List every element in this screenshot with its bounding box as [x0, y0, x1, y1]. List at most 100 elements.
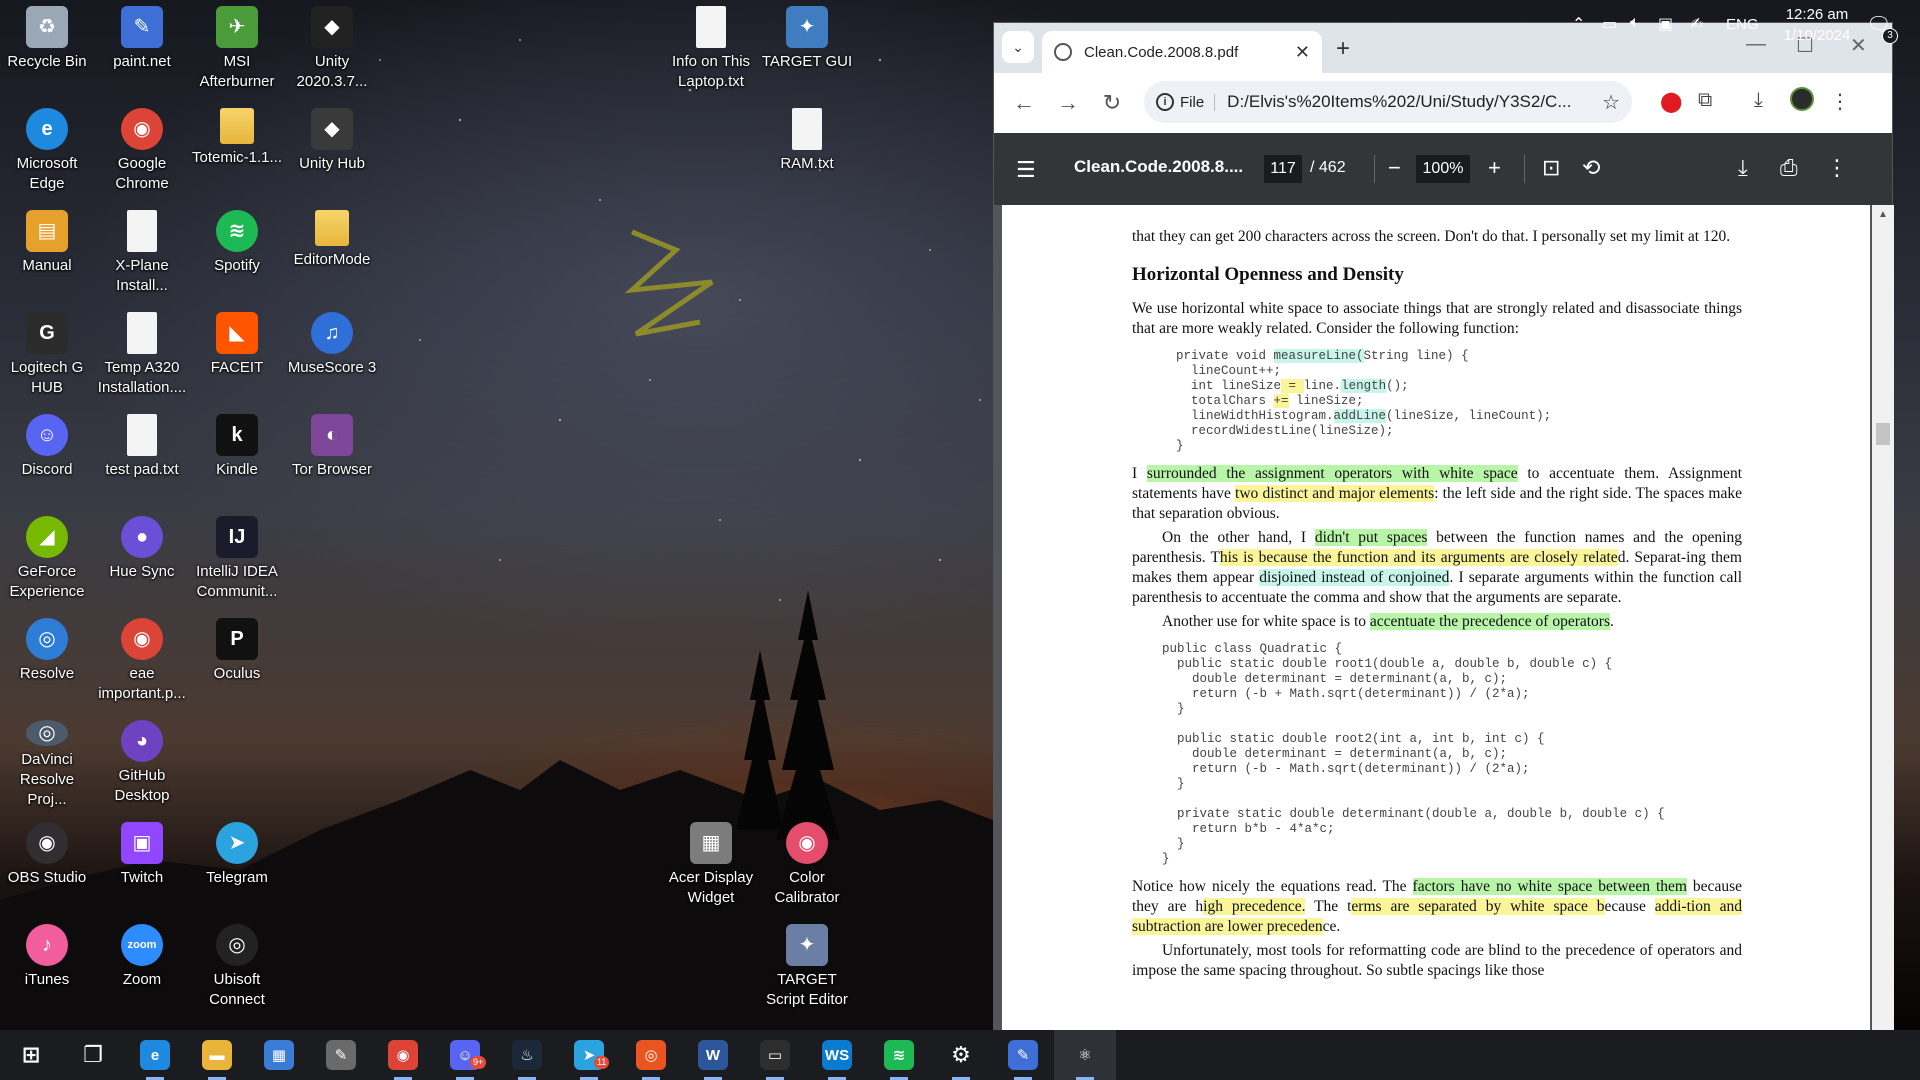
hamburger-menu-icon[interactable]: ☰: [1016, 157, 1036, 183]
language-indicator[interactable]: ENG: [1726, 16, 1759, 33]
desktop-icon-test-pad-txt[interactable]: test pad.txt: [95, 408, 189, 504]
volume-icon[interactable]: 🔈︎: [1630, 14, 1640, 32]
pdf-page[interactable]: that they can get 200 characters across …: [1002, 205, 1870, 1031]
desktop-icon-resolve[interactable]: ◎ Resolve: [0, 612, 94, 708]
desktop-icon-kindle[interactable]: k Kindle: [190, 408, 284, 504]
minimize-button[interactable]: —: [1746, 33, 1766, 56]
desktop-icon-obs-studio[interactable]: ◉ OBS Studio: [0, 816, 94, 912]
desktop-icon-intellij-idea-communit[interactable]: IJ IntelliJ IDEA Communit...: [190, 510, 284, 606]
desktop-icon-telegram[interactable]: ➤ Telegram: [190, 816, 284, 912]
pdf-viewer[interactable]: that they can get 200 characters across …: [994, 205, 1894, 1031]
vertical-scrollbar[interactable]: ▲: [1872, 205, 1894, 1031]
desktop-icon-google-chrome[interactable]: ◉ Google Chrome: [95, 102, 189, 198]
taskbar-chrome[interactable]: ◉: [372, 1030, 434, 1080]
desktop-icon-ram-txt[interactable]: RAM.txt: [760, 102, 854, 198]
download-icon[interactable]: ⤓: [1754, 89, 1763, 112]
desktop-icon-unity-hub[interactable]: ◆ Unity Hub: [285, 102, 379, 198]
back-button[interactable]: ←: [1002, 90, 1046, 116]
opera-extension-icon[interactable]: ⬤: [1660, 89, 1682, 114]
taskbar-steam[interactable]: ♨: [496, 1030, 558, 1080]
desktop-icon-twitch[interactable]: ▣ Twitch: [95, 816, 189, 912]
print-icon[interactable]: ⎙: [1780, 155, 1798, 181]
desktop-icon-geforce-experience[interactable]: ◢ GeForce Experience: [0, 510, 94, 606]
taskbar-task-view[interactable]: ❐: [62, 1030, 124, 1080]
desktop-icon-itunes[interactable]: ♪ iTunes: [0, 918, 94, 1014]
taskbar-file-explorer[interactable]: ▬: [186, 1030, 248, 1080]
tab-pdf[interactable]: Clean.Code.2008.8.pdf ✕: [1042, 31, 1322, 73]
desktop-icon-hue-sync[interactable]: ● Hue Sync: [95, 510, 189, 606]
desktop-icon-unity-2020-3-7[interactable]: ◆ Unity 2020.3.7...: [285, 0, 379, 96]
bookmark-star-icon[interactable]: ☆: [1602, 90, 1620, 115]
desktop-icon-recycle-bin[interactable]: ♻ Recycle Bin: [0, 0, 94, 96]
desktop-icon-oculus[interactable]: P Oculus: [190, 612, 284, 708]
profile-avatar[interactable]: [1790, 87, 1814, 117]
taskbar-paint-net[interactable]: ✎: [992, 1030, 1054, 1080]
url-text[interactable]: D:/Elvis's%20Items%202/Uni/Study/Y3S2/C.…: [1227, 92, 1602, 112]
forward-button[interactable]: →: [1046, 90, 1090, 116]
scroll-up-arrow[interactable]: ▲: [1878, 209, 1888, 220]
desktop-icon-musescore-3[interactable]: ♫ MuseScore 3: [285, 306, 379, 402]
desktop-icon-color-calibrator[interactable]: ◉ Color Calibrator: [760, 816, 854, 912]
desktop-icon-msi-afterburner[interactable]: ✈ MSI Afterburner: [190, 0, 284, 96]
desktop-icon-totemic-1-1[interactable]: Totemic-1.1...: [190, 102, 284, 198]
taskbar-terminal[interactable]: ▭: [744, 1030, 806, 1080]
taskbar-telegram[interactable]: ➤ 11: [558, 1030, 620, 1080]
taskbar-word[interactable]: W: [682, 1030, 744, 1080]
new-tab-button[interactable]: +: [1336, 35, 1350, 63]
desktop-icon-paint-net[interactable]: ✎ paint.net: [95, 0, 189, 96]
taskbar-settings[interactable]: ⚙: [930, 1030, 992, 1080]
desktop-icon-editormode[interactable]: EditorMode: [285, 204, 379, 300]
desktop-icon-target-gui[interactable]: ✦ TARGET GUI: [760, 0, 854, 96]
pdf-download-icon[interactable]: ⤓: [1738, 155, 1748, 181]
desktop-icon-info-on-this-laptop-txt[interactable]: Info on This Laptop.txt: [664, 0, 758, 96]
rotate-icon[interactable]: ⟲: [1582, 155, 1600, 181]
desktop-icon-github-desktop[interactable]: ◕ GitHub Desktop: [95, 714, 189, 810]
desktop-icon-logitech-g-hub[interactable]: G Logitech G HUB: [0, 306, 94, 402]
desktop-icon-temp-a320-installation[interactable]: Temp A320 Installation....: [95, 306, 189, 402]
desktop-icon-microsoft-edge[interactable]: e Microsoft Edge: [0, 102, 94, 198]
fit-page-icon[interactable]: ⊡: [1542, 155, 1560, 181]
network-icon[interactable]: ▣: [1658, 14, 1673, 34]
zoom-out-icon[interactable]: −: [1388, 155, 1401, 181]
pen-icon[interactable]: ✍︎: [1690, 14, 1703, 34]
taskbar-edge[interactable]: e: [124, 1030, 186, 1080]
kebab-menu-icon[interactable]: ⋮: [1830, 89, 1850, 114]
taskbar-microsoft-store[interactable]: ▦: [248, 1030, 310, 1080]
scrollbar-thumb[interactable]: [1876, 423, 1890, 445]
tab-search-button[interactable]: ⌄: [1002, 31, 1034, 63]
taskbar-webstorm[interactable]: WS: [806, 1030, 868, 1080]
taskbar-paint-brush[interactable]: ✎: [310, 1030, 372, 1080]
desktop-icon-discord[interactable]: ☺ Discord: [0, 408, 94, 504]
taskbar-electron-app[interactable]: ⚛: [1054, 1030, 1116, 1080]
zoom-input[interactable]: 100%: [1416, 155, 1470, 183]
chevron-up-icon[interactable]: ⌃: [1572, 14, 1585, 34]
notification-center-icon[interactable]: 🗨︎ 3: [1866, 12, 1898, 44]
desktop-icon-target-script-editor[interactable]: ✦ TARGET Script Editor: [760, 918, 854, 1014]
pdf-more-icon[interactable]: ⋮: [1826, 155, 1848, 181]
desktop-icon-acer-display-widget[interactable]: ▦ Acer Display Widget: [664, 816, 758, 912]
info-icon[interactable]: i: [1156, 93, 1174, 111]
reload-button[interactable]: ↻: [1090, 90, 1134, 116]
zoom-in-icon[interactable]: +: [1488, 155, 1501, 181]
webstorm-icon: WS: [822, 1040, 852, 1070]
taskbar-spotify[interactable]: ≋: [868, 1030, 930, 1080]
desktop-icon-zoom[interactable]: zoom Zoom: [95, 918, 189, 1014]
desktop-icon-faceit[interactable]: ◣ FACEIT: [190, 306, 284, 402]
desktop-icon-manual[interactable]: ▤ Manual: [0, 204, 94, 300]
desktop-icon-davinci-resolve-proj[interactable]: ◎ DaVinci Resolve Proj...: [0, 714, 94, 810]
desktop-icon-tor-browser[interactable]: ◐ Tor Browser: [285, 408, 379, 504]
taskbar-discord[interactable]: ☺ 9+: [434, 1030, 496, 1080]
taskbar-ubuntu[interactable]: ◎: [620, 1030, 682, 1080]
desktop-icon-x-plane-install[interactable]: X-Plane Install...: [95, 204, 189, 300]
taskbar-windows-start[interactable]: ⊞: [0, 1030, 62, 1080]
battery-icon[interactable]: ▭: [1602, 14, 1617, 34]
close-tab-icon[interactable]: ✕: [1295, 42, 1310, 63]
clock[interactable]: 12:26 am 1/10/2024: [1772, 4, 1862, 46]
desktop-icon-spotify[interactable]: ≋ Spotify: [190, 204, 284, 300]
desktop-icon-ubisoft-connect[interactable]: ◎ Ubisoft Connect: [190, 918, 284, 1014]
app-icon: ◐: [311, 414, 353, 456]
address-bar[interactable]: i File D:/Elvis's%20Items%202/Uni/Study/…: [1144, 81, 1632, 123]
extensions-puzzle-icon[interactable]: ⧉: [1698, 89, 1712, 112]
desktop-icon-eae-important-p[interactable]: ◉ eae important.p...: [95, 612, 189, 708]
page-number-input[interactable]: 117: [1264, 155, 1302, 183]
